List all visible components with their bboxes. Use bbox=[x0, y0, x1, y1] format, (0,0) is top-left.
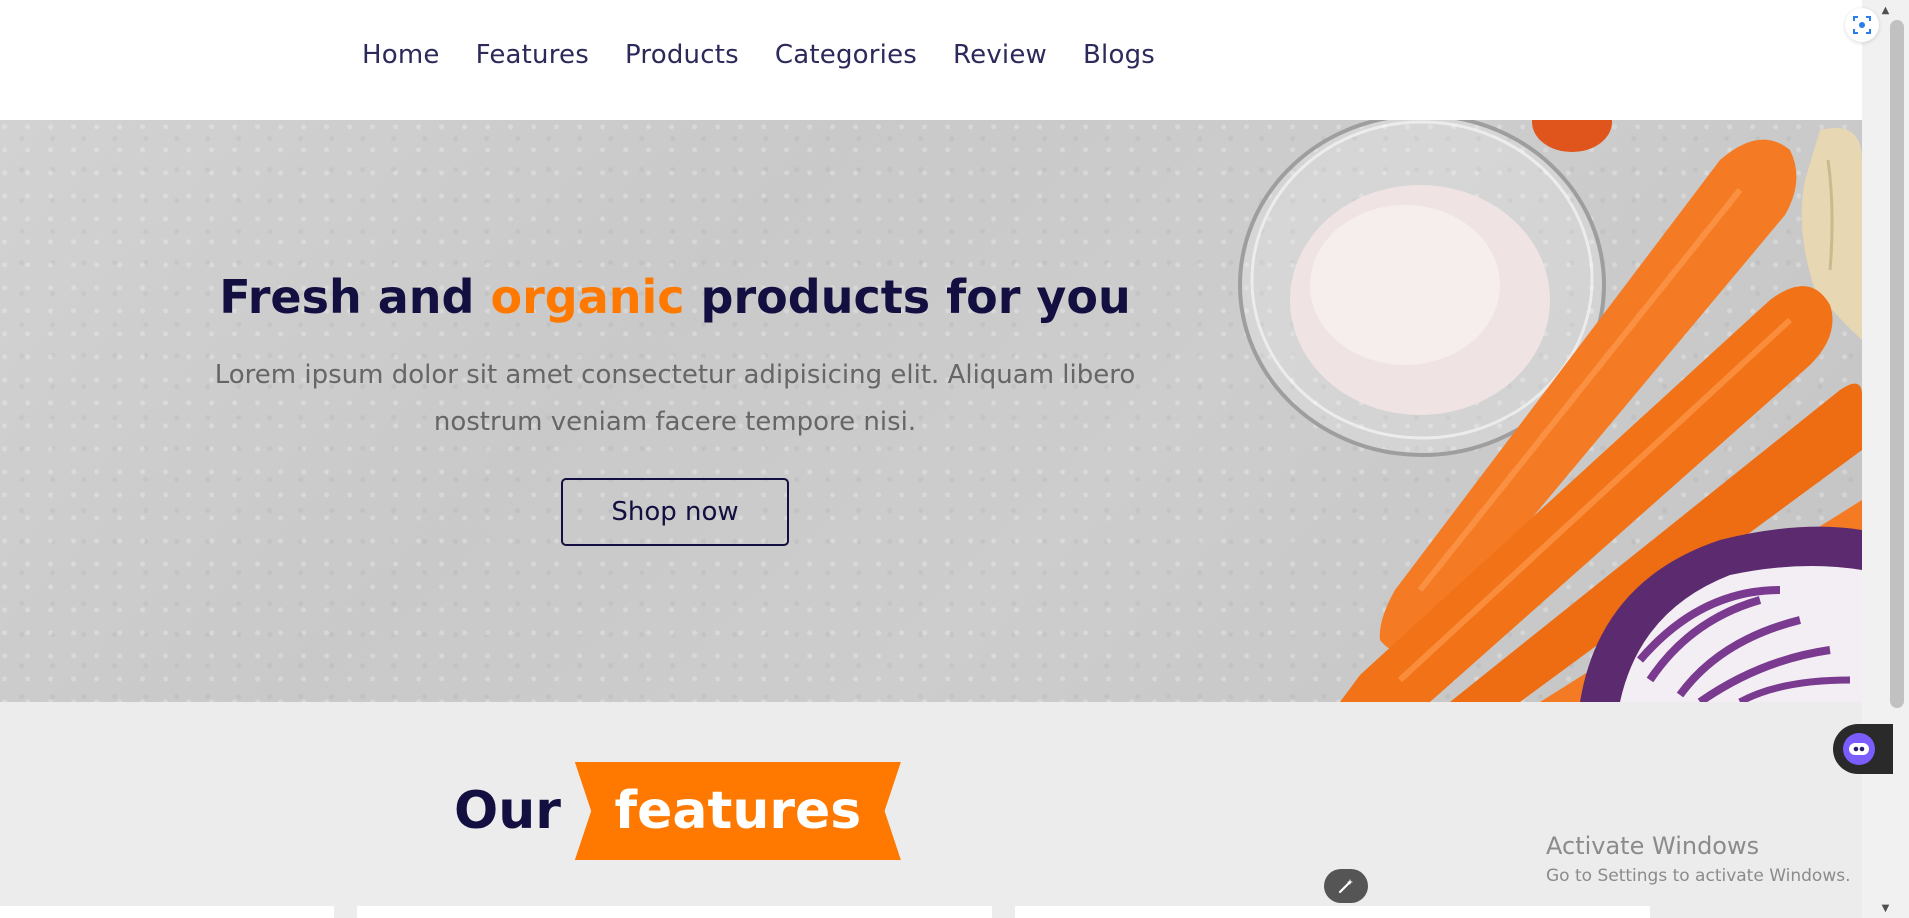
scroll-down-arrow-icon[interactable]: ▼ bbox=[1862, 898, 1909, 918]
windows-activation-watermark: Activate Windows Go to Settings to activ… bbox=[1546, 832, 1851, 886]
nav-categories[interactable]: Categories bbox=[775, 40, 917, 70]
vertical-scrollbar[interactable]: ▲ ▼ bbox=[1862, 0, 1909, 918]
features-heading-accent: features bbox=[614, 781, 862, 841]
shop-now-button[interactable]: Shop now bbox=[561, 478, 789, 546]
visual-search-icon[interactable] bbox=[1845, 8, 1879, 42]
nav-review[interactable]: Review bbox=[953, 40, 1047, 70]
features-heading: Our features bbox=[454, 762, 901, 860]
scrollbar-thumb[interactable] bbox=[1890, 20, 1904, 708]
site-header: Home Features Products Categories Review… bbox=[0, 0, 1862, 120]
assistant-widget[interactable] bbox=[1833, 724, 1893, 774]
feature-card bbox=[357, 906, 992, 918]
hero-title-part1: Fresh and bbox=[219, 270, 491, 324]
hero-description: Lorem ipsum dolor sit amet consectetur a… bbox=[214, 360, 1136, 437]
feature-card bbox=[1015, 906, 1650, 918]
hero-title-part2: products for you bbox=[684, 270, 1131, 324]
hero-title-accent: organic bbox=[490, 270, 685, 324]
nav-features[interactable]: Features bbox=[476, 40, 589, 70]
activate-subtitle: Go to Settings to activate Windows. bbox=[1546, 866, 1851, 886]
magic-wand-icon[interactable] bbox=[1324, 869, 1368, 903]
nav-blogs[interactable]: Blogs bbox=[1083, 40, 1155, 70]
features-heading-plain: Our bbox=[454, 781, 561, 841]
main-nav: Home Features Products Categories Review… bbox=[362, 40, 1155, 70]
hero-banner: Fresh and organic products for you Lorem… bbox=[0, 120, 1862, 702]
nav-home[interactable]: Home bbox=[362, 40, 440, 70]
activate-title: Activate Windows bbox=[1546, 832, 1760, 860]
assistant-bot-icon bbox=[1843, 733, 1875, 765]
feature-card bbox=[0, 906, 334, 918]
features-ribbon: features bbox=[574, 762, 901, 860]
nav-products[interactable]: Products bbox=[625, 40, 739, 70]
hero-title: Fresh and organic products for you bbox=[0, 270, 1350, 324]
